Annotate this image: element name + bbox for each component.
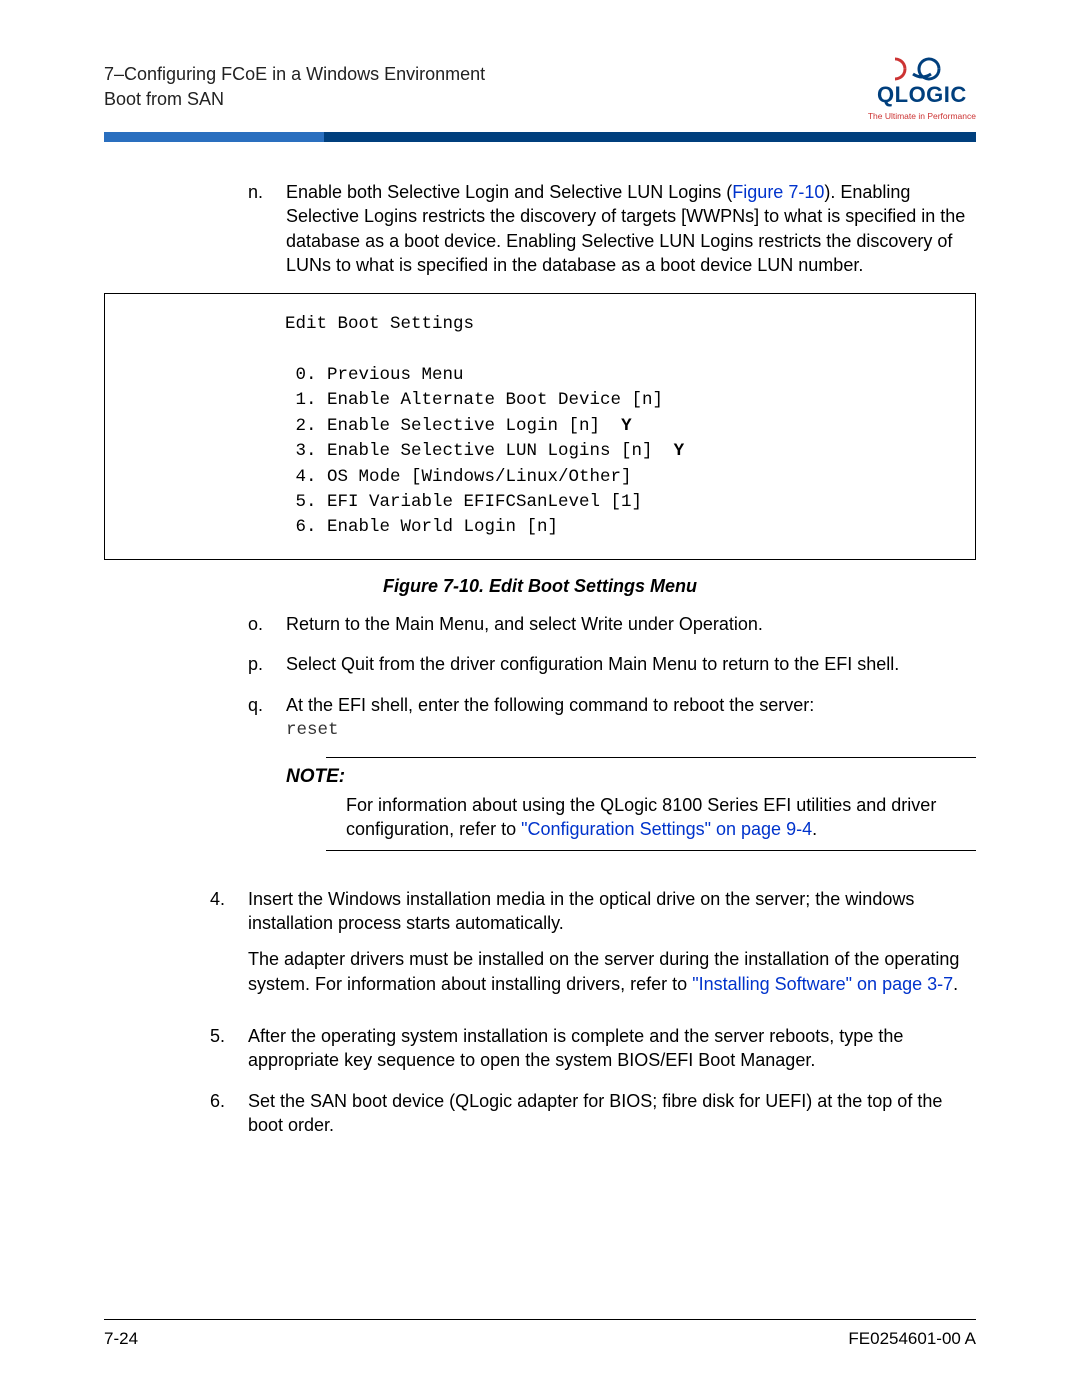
step-marker: o. [248,612,286,636]
step-marker: 5. [210,1024,248,1073]
step-marker: 6. [210,1089,248,1138]
step-5: 5. After the operating system installati… [210,1024,976,1073]
step-body: Return to the Main Menu, and select Writ… [286,612,976,636]
header-rule [104,132,976,142]
step-body: At the EFI shell, enter the following co… [286,693,976,871]
note-label: NOTE: [286,764,976,790]
step-body: Enable both Selective Login and Selectiv… [286,180,976,277]
xref-link[interactable]: "Installing Software" on page 3-7 [692,974,953,994]
xref-link[interactable]: "Configuration Settings" on page 9-4 [521,819,812,839]
chapter-title: 7–Configuring FCoE in a Windows Environm… [104,62,485,87]
page-header: 7–Configuring FCoE in a Windows Environm… [104,56,976,122]
footer-rule [104,1319,976,1320]
step-body: Select Quit from the driver configuratio… [286,652,976,676]
step-body: Set the SAN boot device (QLogic adapter … [248,1089,976,1138]
figure-link[interactable]: Figure 7-10 [732,182,824,202]
command-text: reset [286,719,976,743]
page-footer: 7-24 FE0254601-00 A [104,1319,976,1351]
logo-tagline: The Ultimate in Performance [868,111,976,122]
step-o: o. Return to the Main Menu, and select W… [248,612,976,636]
step-p: p. Select Quit from the driver configura… [248,652,976,676]
step-q: q. At the EFI shell, enter the following… [248,693,976,871]
page-number: 7-24 [104,1328,138,1351]
step-body: After the operating system installation … [248,1024,976,1073]
note-rule-top [326,757,976,758]
figure-caption: Figure 7-10. Edit Boot Settings Menu [104,574,976,598]
step-marker: n. [248,180,286,277]
header-text: 7–Configuring FCoE in a Windows Environm… [104,56,485,112]
note-body: For information about using the QLogic 8… [346,793,976,842]
step-marker: q. [248,693,286,871]
doc-id: FE0254601-00 A [848,1328,976,1351]
step-6: 6. Set the SAN boot device (QLogic adapt… [210,1089,976,1138]
logo-name: QLOGIC [868,80,976,110]
code-listing: Edit Boot Settings 0. Previous Menu 1. E… [104,293,976,559]
note-rule-bottom [326,850,976,851]
note-block: NOTE: For information about using the QL… [286,757,976,851]
qlogic-swoosh-icon [895,56,949,82]
step-marker: 4. [210,887,248,1008]
section-title: Boot from SAN [104,87,485,112]
step-4: 4. Insert the Windows installation media… [210,887,976,1008]
brand-logo: QLOGIC The Ultimate in Performance [868,56,976,122]
step-body: Insert the Windows installation media in… [248,887,976,1008]
step-marker: p. [248,652,286,676]
step-n: n. Enable both Selective Login and Selec… [248,180,976,277]
